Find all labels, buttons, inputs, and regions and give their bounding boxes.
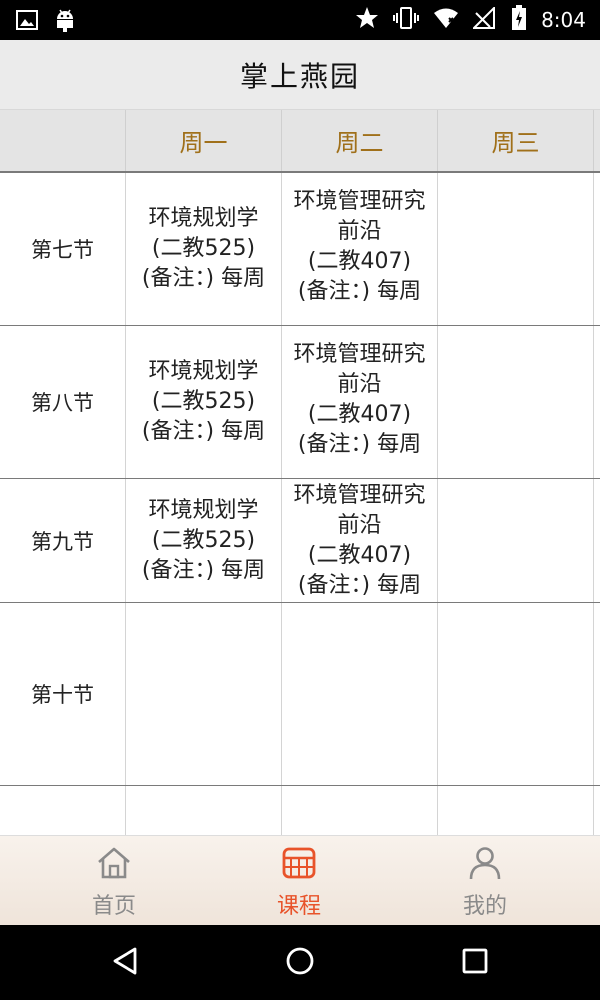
- star-icon: [355, 6, 379, 34]
- course-cell-mon[interactable]: [126, 603, 282, 785]
- back-icon: [111, 946, 139, 980]
- battery-icon: [511, 5, 527, 35]
- course-cell-mon[interactable]: [126, 786, 282, 835]
- day-header-next: [594, 110, 600, 171]
- course-room: (二教407): [307, 402, 412, 427]
- course-name: 环境规划学: [148, 497, 259, 523]
- system-nav-bar: [0, 925, 600, 1000]
- course-note: (备注：) 每周: [297, 573, 422, 598]
- course-name: 环境管理研究: [293, 189, 426, 214]
- wifi-icon: [433, 7, 459, 33]
- nav-profile-label: 我的: [462, 894, 507, 919]
- course-room: (二教525): [151, 527, 256, 553]
- period-label: 第八节: [0, 326, 126, 478]
- course-cell-tue[interactable]: [282, 603, 438, 785]
- course-name-cont: 前沿: [337, 372, 382, 397]
- course-name: 环境规划学: [148, 206, 259, 231]
- course-cell-next[interactable]: [594, 173, 600, 325]
- home-icon: [96, 846, 132, 884]
- recents-icon: [461, 947, 489, 979]
- course-note: (备注：) 每周: [141, 557, 266, 583]
- course-cell-wed[interactable]: [438, 786, 594, 835]
- no-signal-icon: [471, 5, 497, 33]
- period-label: 第十节: [0, 603, 126, 785]
- course-room: (二教525): [151, 236, 256, 261]
- course-cell-tue[interactable]: 环境管理研究 前沿 (二教407) (备注：) 每周: [282, 173, 438, 325]
- course-note: (备注：) 每周: [297, 432, 422, 457]
- period-row: 第十节: [0, 603, 600, 786]
- course-cell-wed[interactable]: [438, 173, 594, 325]
- course-name-cont: 前沿: [337, 513, 382, 538]
- day-header-wed: 周三: [438, 110, 594, 171]
- period-label: 第九节: [0, 479, 126, 602]
- image-icon: [16, 10, 38, 34]
- nav-home-label: 首页: [91, 894, 136, 919]
- status-bar: 8:04: [0, 0, 600, 40]
- course-name-cont: 前沿: [337, 219, 382, 244]
- course-cell-mon[interactable]: 环境规划学 (二教525) (备注：) 每周: [126, 479, 282, 602]
- course-note: (备注：) 每周: [141, 419, 266, 444]
- status-time: 8:04: [541, 8, 586, 32]
- course-cell-tue[interactable]: [282, 786, 438, 835]
- page-title: 掌上燕园: [239, 59, 360, 93]
- android-icon: [54, 8, 76, 36]
- course-cell-next[interactable]: [594, 479, 600, 602]
- course-name: 环境规划学: [148, 359, 259, 384]
- home-button[interactable]: [280, 945, 320, 981]
- schedule-grid[interactable]: 第七节 环境规划学 (二教525) (备注：) 每周 环境管理研究 前沿 (二教…: [0, 173, 600, 835]
- course-room: (二教525): [151, 389, 256, 414]
- course-cell-mon[interactable]: 环境规划学 (二教525) (备注：) 每周: [126, 326, 282, 478]
- course-cell-next[interactable]: [594, 603, 600, 785]
- header-corner: [0, 110, 126, 171]
- course-note: (备注：) 每周: [297, 279, 422, 304]
- course-cell-wed[interactable]: [438, 603, 594, 785]
- period-row: 第七节 环境规划学 (二教525) (备注：) 每周 环境管理研究 前沿 (二教…: [0, 173, 600, 326]
- vibrate-icon: [393, 6, 420, 34]
- course-name: 环境管理研究: [293, 483, 426, 508]
- calendar-grid-icon: [281, 846, 317, 884]
- course-room: (二教407): [307, 543, 412, 568]
- period-row: 第九节 环境规划学 (二教525) (备注：) 每周 环境管理研究 前沿 (二教…: [0, 479, 600, 603]
- course-cell-tue[interactable]: 环境管理研究 前沿 (二教407) (备注：) 每周: [282, 326, 438, 478]
- course-name: 环境管理研究: [293, 342, 426, 367]
- period-row: 第八节 环境规划学 (二教525) (备注：) 每周 环境管理研究 前沿 (二教…: [0, 326, 600, 479]
- course-cell-wed[interactable]: [438, 479, 594, 602]
- recents-button[interactable]: [455, 945, 495, 981]
- day-header-tue: 周二: [282, 110, 438, 171]
- title-bar: 掌上燕园: [0, 40, 600, 110]
- nav-profile[interactable]: 我的: [385, 836, 585, 926]
- course-cell-mon[interactable]: 环境规划学 (二教525) (备注：) 每周: [126, 173, 282, 325]
- period-row: [0, 786, 600, 835]
- course-note: (备注：) 每周: [141, 266, 266, 291]
- day-header-row: 周一 周二 周三: [0, 110, 600, 173]
- course-cell-next[interactable]: [594, 326, 600, 478]
- nav-courses-label: 课程: [276, 894, 321, 919]
- course-room: (二教407): [307, 249, 412, 274]
- nav-courses[interactable]: 课程: [199, 836, 399, 926]
- course-cell-wed[interactable]: [438, 326, 594, 478]
- period-label: 第七节: [0, 173, 126, 325]
- home-circle-icon: [285, 946, 315, 980]
- day-header-mon: 周一: [126, 110, 282, 171]
- nav-home[interactable]: 首页: [14, 836, 214, 926]
- period-label: [0, 786, 126, 835]
- bottom-nav: 首页 课程 我的: [0, 835, 600, 925]
- course-cell-tue[interactable]: 环境管理研究 前沿 (二教407) (备注：) 每周: [282, 479, 438, 602]
- person-icon: [467, 846, 503, 884]
- back-button[interactable]: [105, 945, 145, 981]
